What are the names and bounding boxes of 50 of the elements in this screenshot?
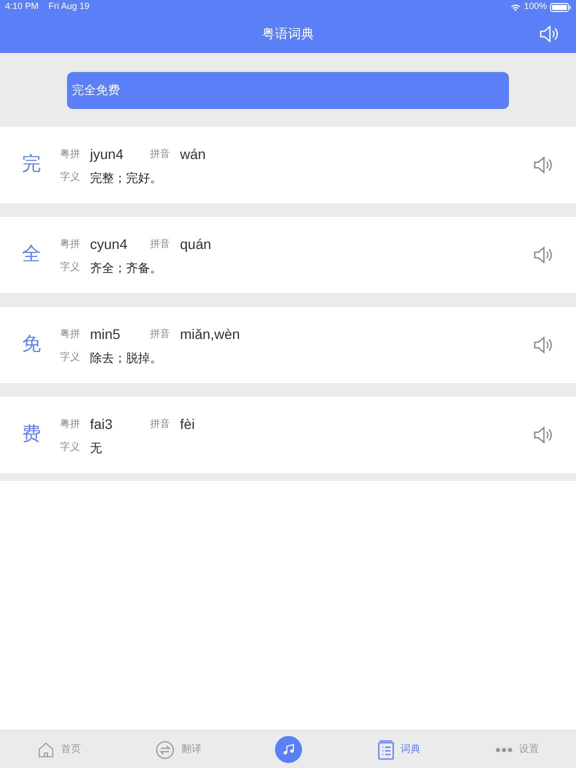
speaker-icon[interactable] [532,154,554,176]
meaning-text: 齐全；齐备。 [90,260,162,276]
pinyin-value: quán [180,234,212,254]
speaker-icon[interactable] [532,334,554,356]
home-icon [37,740,56,758]
header-title: 粤语词典 [262,24,314,43]
speaker-icon[interactable] [532,424,554,446]
tab-item[interactable]: 词典 [376,740,421,760]
entry-character: 全 [22,242,42,267]
field-label: 字义 [60,350,81,365]
meaning-text: 无 [90,440,102,456]
jyutping-value: min5 [90,324,122,344]
field-label: 字义 [60,170,81,185]
pinyin-value: miǎn,wèn [180,324,240,344]
jyutping-value: fai3 [90,414,114,434]
wifi-icon [510,3,521,11]
field-label: 字义 [60,260,81,275]
field-label: 字义 [60,440,81,455]
status-date: Fri Aug 19 [48,0,90,14]
more-dots-icon [494,746,513,752]
field-label: 拼音 [150,148,171,162]
speaker-icon[interactable] [538,23,560,45]
jyutping-value: jyun4 [90,144,124,164]
jyutping-value: cyun4 [90,234,128,254]
music-button[interactable] [275,736,302,763]
music-note-icon [282,743,296,756]
tab-item[interactable]: 翻译 [155,740,202,760]
pinyin-value: wán [180,144,206,164]
battery-icon [550,2,571,12]
field-label: 粤拼 [60,328,81,342]
field-label: 拼音 [150,328,171,342]
field-label: 拼音 [150,238,171,252]
field-label: 拼音 [150,418,171,432]
speaker-icon[interactable] [532,244,554,266]
field-label: 粤拼 [60,148,81,162]
field-label: 粤拼 [60,418,81,432]
entry-character: 免 [22,332,42,357]
meaning-text: 除去；脱掉。 [90,350,162,366]
pinyin-value: fèi [180,414,195,434]
meaning-text: 完整；完好。 [90,170,162,186]
search-field[interactable]: 完全免费 [67,72,509,108]
status-time: 4:10 PM [5,0,39,14]
field-label: 粤拼 [60,238,81,252]
battery-percent: 100% [524,0,547,14]
entry-character: 费 [22,422,42,447]
swap-arrows-icon [155,740,176,760]
tab-item[interactable]: 首页 [37,740,82,758]
document-list-icon [376,740,395,760]
tab-item[interactable]: 设置 [494,742,539,757]
entry-character: 完 [22,152,42,177]
